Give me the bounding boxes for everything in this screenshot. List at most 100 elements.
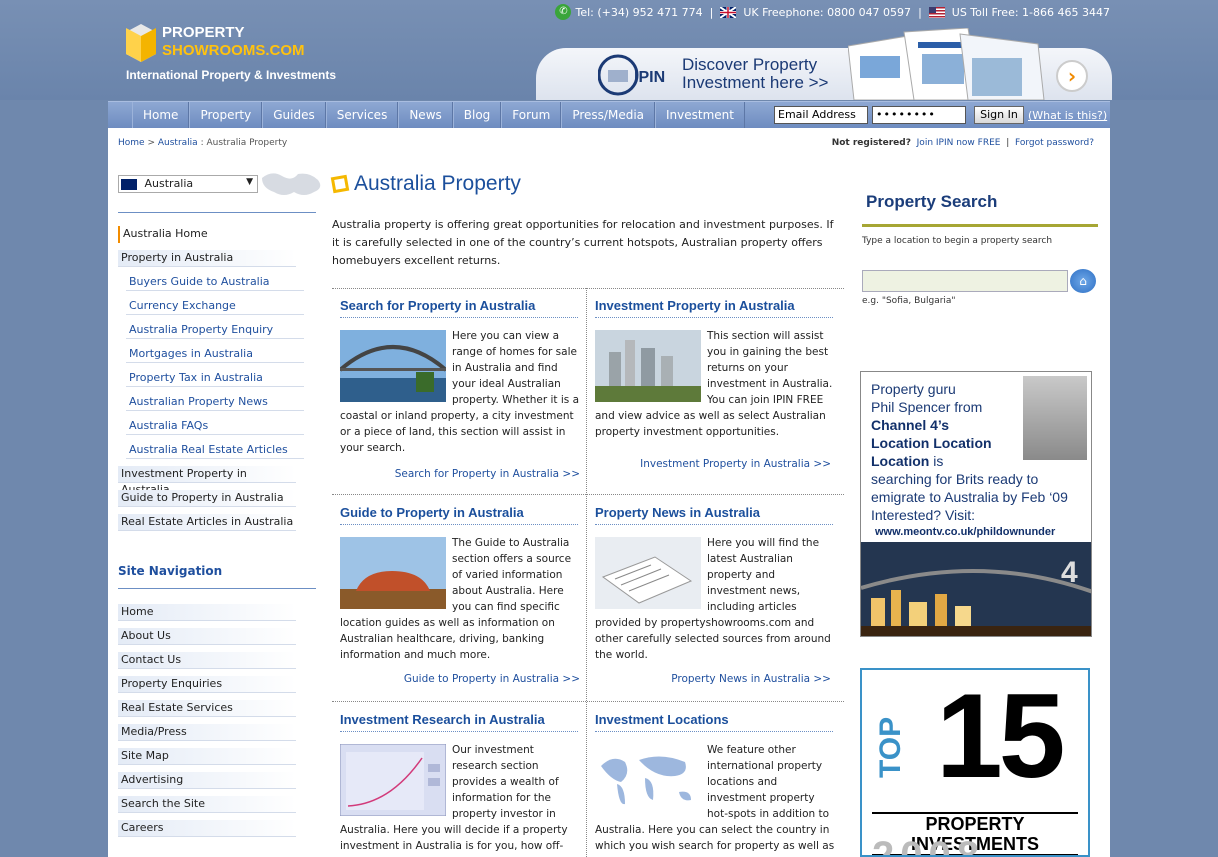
country-select[interactable]: Australia ▼: [118, 175, 258, 193]
site-nav-item-advertising[interactable]: Advertising: [118, 772, 296, 789]
breadcrumb: Home > Australia : Australia Property: [118, 138, 287, 148]
logo-text-showrooms: SHOWROOMS.COM: [162, 42, 305, 59]
sidebar-item-australia-property-enquiry[interactable]: Australia Property Enquiry: [126, 322, 304, 339]
ipin-logo-icon: IPIN: [598, 54, 665, 96]
site-nav-item-property-enquiries[interactable]: Property Enquiries: [118, 676, 296, 693]
sidebar-item-australian-property-news[interactable]: Australian Property News: [126, 394, 304, 411]
site-logo[interactable]: PROPERTY SHOWROOMS.COM International Pro…: [126, 22, 366, 84]
divider: |: [709, 5, 714, 19]
sydney-night-image: 4: [861, 542, 1091, 636]
site-nav-item-search-the-site[interactable]: Search the Site: [118, 796, 296, 813]
sidebar-item-real-estate-articles-in-australia[interactable]: Real Estate Articles in Australia: [118, 514, 296, 531]
sign-in-button[interactable]: Sign In: [974, 106, 1024, 124]
what-is-this-link[interactable]: (What is this?): [1028, 109, 1107, 122]
site-nav-item-site-map[interactable]: Site Map: [118, 748, 296, 765]
main-nav: Home Property Guides Services News Blog Forum P…: [108, 101, 1110, 129]
breadcrumb-current: : Australia Property: [200, 138, 288, 148]
sidebar-item-buyers-guide-to-australia[interactable]: Buyers Guide to Australia: [126, 274, 304, 291]
site-nav-item-careers[interactable]: Careers: [118, 820, 296, 837]
ipin-banner[interactable]: IPIN Discover Property Investment here >…: [536, 28, 1112, 100]
banner-arrow-icon[interactable]: ›: [1056, 60, 1088, 92]
breadcrumb-home[interactable]: Home: [118, 138, 145, 148]
australia-flag-icon: [121, 178, 137, 190]
site-nav-item-media-press[interactable]: Media/Press: [118, 724, 296, 741]
advert-text: Property guru Phil Spencer from Channel …: [871, 381, 1068, 523]
site-nav-item-real-estate-services[interactable]: Real Estate Services: [118, 700, 296, 717]
intro-text: Australia property is offering great opp…: [332, 218, 834, 267]
breadcrumb-australia[interactable]: Australia: [158, 138, 198, 148]
site-nav-item-contact-us[interactable]: Contact Us: [118, 652, 296, 669]
site-header: PROPERTY SHOWROOMS.COM International Pro…: [0, 0, 1218, 100]
section-title[interactable]: Investment Research in Australia: [340, 712, 578, 732]
property-search-input[interactable]: [862, 270, 1068, 292]
sidebar-item-australia-home[interactable]: Australia Home: [118, 226, 296, 243]
nav-item-news[interactable]: News: [398, 102, 453, 129]
nav-item-guides[interactable]: Guides: [262, 102, 326, 129]
country-select-value: Australia: [144, 177, 194, 190]
ipin-logo-text: IPIN: [634, 69, 665, 86]
not-registered-label: Not registered?: [831, 138, 911, 148]
property-search-example: e.g. "Sofia, Bulgaria": [862, 296, 956, 306]
nav-item-property[interactable]: Property: [189, 102, 263, 129]
svg-text:4: 4: [1061, 556, 1078, 589]
divider: |: [918, 5, 922, 19]
section-title[interactable]: Property News in Australia: [595, 505, 833, 525]
advert-url[interactable]: www.meontv.co.uk/phildownunder: [875, 526, 1055, 538]
sidebar-item-guide-to-property-in-australia[interactable]: Guide to Property in Australia: [118, 490, 296, 507]
password-field[interactable]: ••••••••: [872, 106, 966, 124]
contact-tel: Tel: (+34) 952 471 774: [575, 5, 703, 19]
nav-item-home[interactable]: Home: [132, 102, 190, 129]
section-more-link[interactable]: Guide to Property in Australia >>: [404, 673, 580, 685]
section-more-link[interactable]: Investment Property in Australia >>: [640, 458, 831, 470]
nav-item-press-media[interactable]: Press/Media: [561, 102, 656, 129]
phone-icon: ✆: [555, 4, 572, 20]
title-square-icon: [330, 174, 350, 194]
section-more-link[interactable]: Search for Property in Australia >>: [395, 468, 580, 480]
section-title[interactable]: Investment Locations: [595, 712, 833, 732]
nav-item-blog[interactable]: Blog: [452, 102, 502, 129]
section-property-news: Property News in Australia Here you will…: [595, 505, 835, 695]
sidebar-item-property-in-australia[interactable]: Property in Australia: [118, 250, 296, 267]
site-nav-item-home[interactable]: Home: [118, 604, 296, 621]
join-ipin-link[interactable]: Join IPIN now FREE: [917, 138, 1001, 148]
section-title[interactable]: Search for Property in Australia: [340, 298, 578, 318]
sidebar-item-property-tax-in-australia[interactable]: Property Tax in Australia: [126, 370, 304, 387]
section-text: Here you will find the latest Australian…: [595, 537, 831, 661]
advert-year: 2008: [872, 834, 985, 857]
account-links: Not registered? Join IPIN now FREE | For…: [832, 138, 1094, 148]
sidebar-item-australia-real-estate-articles[interactable]: Australia Real Estate Articles: [126, 442, 304, 459]
section-text: The Guide to Australia section offers a …: [340, 537, 572, 661]
nav-item-forum[interactable]: Forum: [501, 102, 562, 129]
site-navigation-title: Site Navigation: [118, 564, 223, 578]
property-search-hint: Type a location to begin a property sear…: [862, 236, 1053, 246]
logo-text-property: PROPERTY: [162, 24, 245, 41]
nav-item-services[interactable]: Services: [325, 102, 399, 129]
content-panel: Home > Australia : Australia Property No…: [108, 128, 1110, 857]
nav-item-investment[interactable]: Investment: [655, 102, 745, 129]
divider: [332, 701, 844, 702]
sidebar-item-investment-property-in-australia[interactable]: Investment Property in Australia: [118, 466, 296, 496]
section-investment-locations: Investment Locations We feature other in…: [595, 712, 835, 857]
channel4-advert[interactable]: Property guru Phil Spencer from Channel …: [860, 371, 1092, 637]
contact-us: US Toll Free: 1-866 465 3447: [951, 5, 1110, 19]
sidebar-item-currency-exchange[interactable]: Currency Exchange: [126, 298, 304, 315]
section-title[interactable]: Guide to Property in Australia: [340, 505, 578, 525]
banner-text: Discover Property Investment here >>: [682, 56, 852, 92]
brochure-pages-image: [848, 28, 1045, 100]
nav-list: Home Property Guides Services News Blog Forum P…: [132, 102, 745, 129]
email-field[interactable]: Email Address: [774, 106, 868, 124]
sidebar-item-australia-faqs[interactable]: Australia FAQs: [126, 418, 304, 435]
chevron-down-icon: ▼: [246, 177, 253, 187]
site-nav-item-about-us[interactable]: About Us: [118, 628, 296, 645]
section-guide-property: Guide to Property in Australia The Guide…: [340, 505, 580, 695]
contact-bar: ✆ Tel: (+34) 952 471 774 | UK Freephone:…: [555, 4, 1110, 20]
forgot-password-link[interactable]: Forgot password?: [1015, 138, 1094, 148]
section-more-link[interactable]: Property News in Australia >>: [671, 673, 831, 685]
top15-advert[interactable]: TOP 15 PROPERTY INVESTMENTS 2008: [860, 668, 1090, 857]
section-investment-property: Investment Property in Australia This se…: [595, 298, 835, 488]
logo-tagline: International Property & Investments: [126, 68, 337, 82]
divider: [332, 288, 844, 289]
section-title[interactable]: Investment Property in Australia: [595, 298, 833, 318]
sidebar-item-mortgages-in-australia[interactable]: Mortgages in Australia: [126, 346, 304, 363]
search-house-icon[interactable]: ⌂: [1070, 269, 1096, 293]
